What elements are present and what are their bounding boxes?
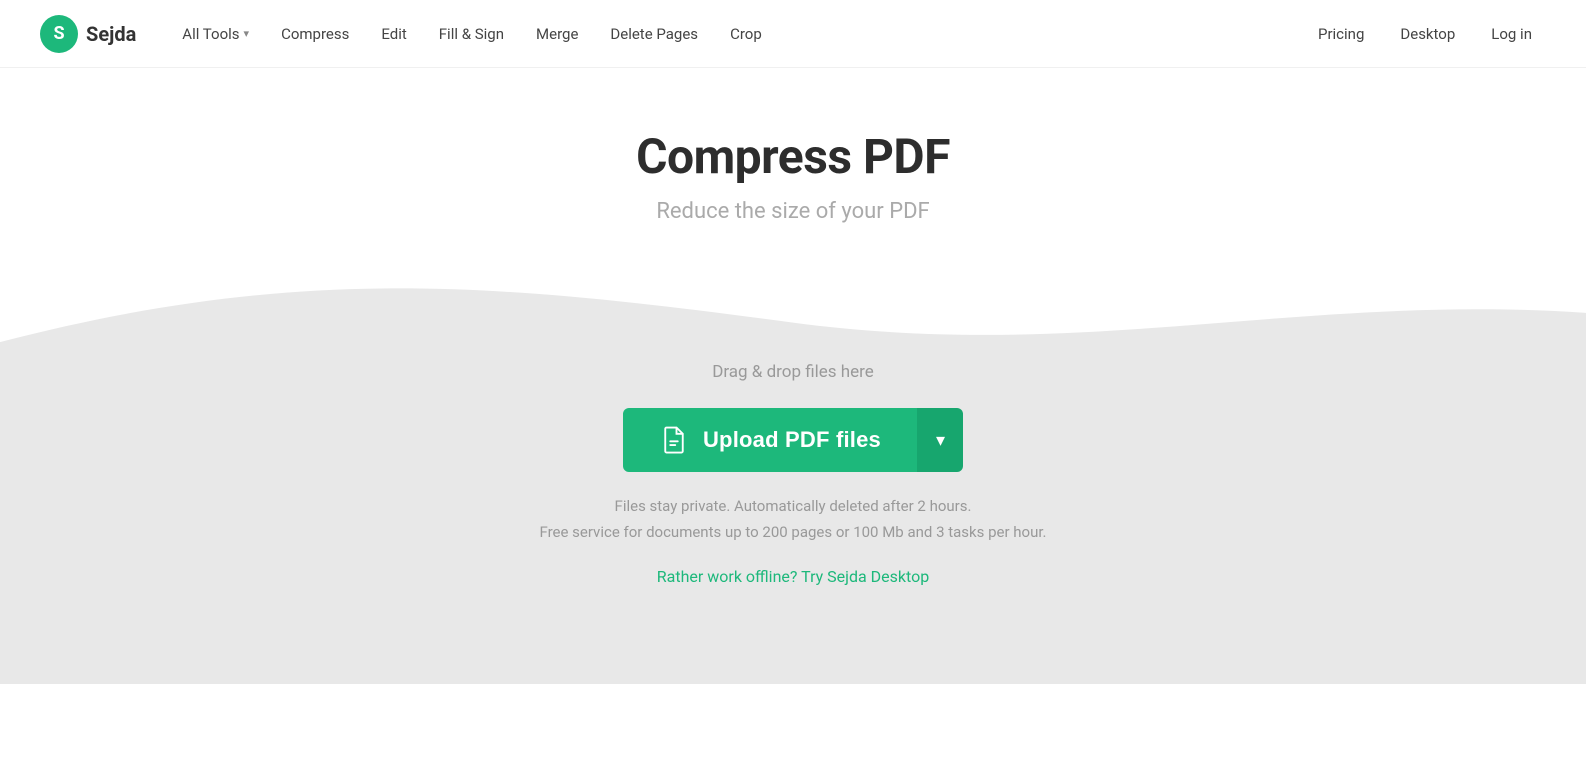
- logo-icon: S: [40, 15, 78, 53]
- nav-item-login[interactable]: Log in: [1477, 17, 1546, 51]
- header: S Sejda All Tools ▾ Compress Edit Fill &…: [0, 0, 1586, 68]
- page-subtitle: Reduce the size of your PDF: [20, 199, 1566, 224]
- upload-dropdown-button[interactable]: ▾: [917, 408, 963, 472]
- right-nav: Pricing Desktop Log in: [1304, 17, 1546, 51]
- offline-desktop-link[interactable]: Rather work offline? Try Sejda Desktop: [657, 567, 929, 586]
- privacy-line1: Files stay private. Automatically delete…: [539, 494, 1046, 520]
- upload-section: Drag & drop files here Upload PDF files …: [0, 264, 1586, 684]
- dropdown-arrow-icon: ▾: [936, 430, 945, 451]
- privacy-info: Files stay private. Automatically delete…: [539, 494, 1046, 545]
- pdf-file-icon: [659, 425, 689, 455]
- nav-item-crop[interactable]: Crop: [716, 17, 776, 51]
- hero-section: Compress PDF Reduce the size of your PDF: [0, 68, 1586, 264]
- chevron-down-icon: ▾: [244, 27, 250, 40]
- logo[interactable]: S Sejda: [40, 15, 136, 53]
- nav-item-all-tools[interactable]: All Tools ▾: [168, 17, 263, 51]
- nav-item-edit[interactable]: Edit: [367, 17, 420, 51]
- nav-item-merge[interactable]: Merge: [522, 17, 592, 51]
- nav-item-delete-pages[interactable]: Delete Pages: [596, 17, 712, 51]
- nav-item-pricing[interactable]: Pricing: [1304, 17, 1378, 51]
- upload-button-group: Upload PDF files ▾: [623, 408, 963, 472]
- drag-drop-label: Drag & drop files here: [712, 362, 874, 382]
- logo-text: Sejda: [86, 22, 136, 46]
- page-title: Compress PDF: [20, 128, 1566, 185]
- upload-button-label: Upload PDF files: [703, 427, 881, 453]
- nav-item-compress[interactable]: Compress: [267, 17, 363, 51]
- upload-content: Drag & drop files here Upload PDF files …: [519, 302, 1066, 646]
- main-nav: All Tools ▾ Compress Edit Fill & Sign Me…: [168, 17, 1304, 51]
- upload-pdf-button[interactable]: Upload PDF files: [623, 408, 917, 472]
- nav-item-desktop[interactable]: Desktop: [1386, 17, 1469, 51]
- nav-item-fill-sign[interactable]: Fill & Sign: [425, 17, 518, 51]
- privacy-line2: Free service for documents up to 200 pag…: [539, 520, 1046, 546]
